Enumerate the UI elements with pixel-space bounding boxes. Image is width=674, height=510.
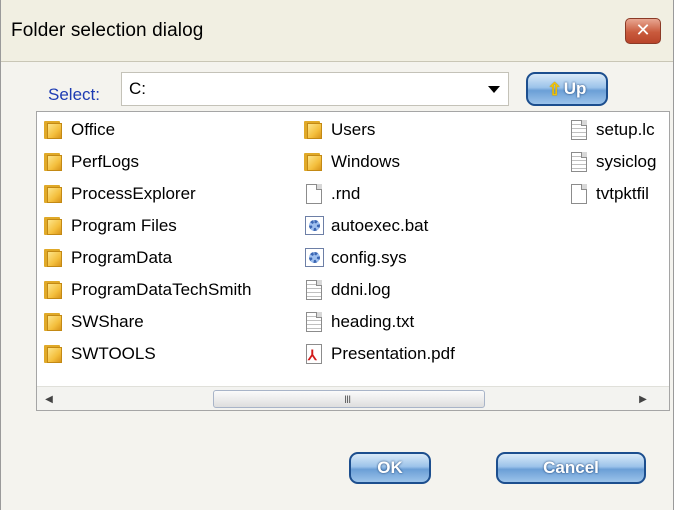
file-name: sysiclog [596, 152, 657, 171]
file-name: Windows [331, 152, 400, 171]
ok-button[interactable]: OK [349, 452, 431, 484]
file-name: setup.lc [596, 120, 655, 139]
text-file-icon [303, 311, 325, 333]
file-name: PerfLogs [71, 152, 140, 171]
file-name: autoexec.bat [331, 216, 429, 235]
path-dropdown-value: C: [129, 79, 146, 98]
file-list-item[interactable]: Users [303, 117, 375, 143]
file-list-item[interactable]: SWTOOLS [43, 341, 156, 367]
close-button[interactable]: ✕ [625, 18, 661, 44]
scroll-right-icon[interactable]: ▶ [635, 391, 651, 407]
file-list-item[interactable]: SWShare [43, 309, 144, 335]
file-list-item[interactable]: ⅄ Presentation.pdf [303, 341, 455, 367]
select-label: Select: [48, 85, 100, 104]
file-list-item[interactable]: heading.txt [303, 309, 414, 335]
folder-icon [303, 151, 325, 173]
scroll-thumb[interactable]: III [213, 390, 485, 408]
folder-icon [43, 151, 65, 173]
file-list-item[interactable]: autoexec.bat [303, 213, 428, 239]
path-dropdown[interactable]: C: [121, 72, 509, 106]
file-name: SWShare [71, 312, 144, 331]
folder-selection-dialog: Folder selection dialog ✕ Select: C: ⇧ U… [0, 0, 674, 510]
file-list-item[interactable]: setup.lc [568, 117, 655, 143]
file-name: ProgramDataTechSmith [71, 280, 252, 299]
system-file-icon [303, 247, 325, 269]
folder-icon [43, 119, 65, 141]
batch-file-icon [303, 215, 325, 237]
scroll-grip-icon: III [344, 394, 351, 406]
file-list-item[interactable]: ProgramDataTechSmith [43, 277, 251, 303]
file-name: SWTOOLS [71, 344, 156, 363]
file-list-item[interactable]: ddni.log [303, 277, 391, 303]
folder-icon [43, 215, 65, 237]
file-list-item[interactable]: tvtpktfil [568, 181, 649, 207]
file-list-item[interactable]: sysiclog [568, 149, 656, 175]
up-button[interactable]: ⇧ Up [526, 72, 608, 106]
file-name: ProcessExplorer [71, 184, 196, 203]
file-list-item[interactable]: .rnd [303, 181, 360, 207]
up-button-label: Up [563, 79, 587, 98]
blank-file-icon [303, 183, 325, 205]
file-list-item[interactable]: ProgramData [43, 245, 172, 271]
horizontal-scrollbar[interactable]: ◀ III ▶ [37, 386, 669, 410]
file-list-item[interactable]: PerfLogs [43, 149, 139, 175]
file-list-item[interactable]: Windows [303, 149, 400, 175]
scroll-left-icon[interactable]: ◀ [41, 391, 57, 407]
file-name: Users [331, 120, 376, 139]
folder-icon [43, 343, 65, 365]
file-list-item[interactable]: Program Files [43, 213, 177, 239]
file-list-item[interactable]: ProcessExplorer [43, 181, 196, 207]
text-file-icon [303, 279, 325, 301]
folder-icon [43, 311, 65, 333]
folder-icon [303, 119, 325, 141]
folder-icon [43, 279, 65, 301]
file-list-item[interactable]: Office [43, 117, 115, 143]
file-name: config.sys [331, 248, 407, 267]
file-name: Office [71, 120, 116, 139]
file-name: ddni.log [331, 280, 391, 299]
file-name: tvtpktfil [596, 184, 649, 203]
file-name: heading.txt [331, 312, 415, 331]
dialog-title: Folder selection dialog [11, 20, 204, 41]
file-list-item[interactable]: config.sys [303, 245, 407, 271]
file-list[interactable]: Office PerfLogs ProcessExplorer Program Fil… [36, 111, 670, 411]
blank-file-icon [568, 183, 590, 205]
close-icon: ✕ [635, 20, 651, 41]
title-bar[interactable]: Folder selection dialog ✕ [1, 0, 673, 62]
folder-icon [43, 247, 65, 269]
folder-icon [43, 183, 65, 205]
pdf-file-icon: ⅄ [303, 343, 325, 365]
text-file-icon [568, 151, 590, 173]
text-file-icon [568, 119, 590, 141]
dropdown-arrow-icon[interactable] [488, 86, 500, 93]
file-name: .rnd [331, 184, 361, 203]
up-arrow-icon: ⇧ [547, 79, 562, 99]
file-name: Program Files [71, 216, 177, 235]
file-name: ProgramData [71, 248, 173, 267]
cancel-button[interactable]: Cancel [496, 452, 646, 484]
file-name: Presentation.pdf [331, 344, 455, 363]
